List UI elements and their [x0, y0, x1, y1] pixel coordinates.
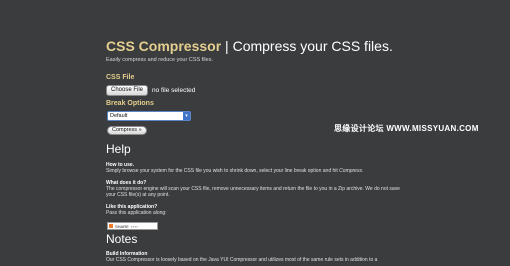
- file-input[interactable]: Choose File no file selected: [106, 85, 195, 96]
- notes-text: Our CSS Compressor is loosely based on t…: [106, 257, 378, 263]
- share-services-icons: ▪▪▪▪: [130, 223, 139, 229]
- share-icon: [109, 224, 113, 228]
- tagline: Easily compress and reduce your CSS file…: [106, 57, 213, 63]
- share-button[interactable]: SHARE ▪▪▪▪: [107, 222, 158, 230]
- notes-heading: Notes: [106, 232, 138, 246]
- css-file-label: CSS File: [106, 74, 135, 81]
- help-answer: Pass this application along:: [106, 210, 167, 216]
- break-options-select[interactable]: Default ▾: [107, 111, 191, 121]
- help-answer: Simply browse your system for the CSS fi…: [106, 168, 364, 174]
- help-heading: Help: [106, 142, 131, 156]
- no-file-text: no file selected: [152, 87, 196, 94]
- break-options-label: Break Options: [106, 100, 154, 107]
- brand-name: CSS Compressor: [106, 38, 222, 54]
- break-options-selected: Default: [110, 113, 128, 119]
- title-separator: |: [221, 38, 233, 54]
- watermark: 思缘设计论坛 WWW.MISSYUAN.COM: [334, 124, 479, 133]
- share-label: SHARE: [115, 223, 129, 229]
- title-subtitle: Compress your CSS files.: [232, 38, 393, 54]
- choose-file-button[interactable]: Choose File: [106, 85, 149, 96]
- page-title: CSS Compressor | Compress your CSS files…: [106, 38, 393, 54]
- select-arrow-icon[interactable]: ▾: [183, 112, 190, 120]
- compress-button[interactable]: Compress »: [107, 126, 147, 135]
- help-answer: The compressor engine will scan your CSS…: [106, 186, 400, 198]
